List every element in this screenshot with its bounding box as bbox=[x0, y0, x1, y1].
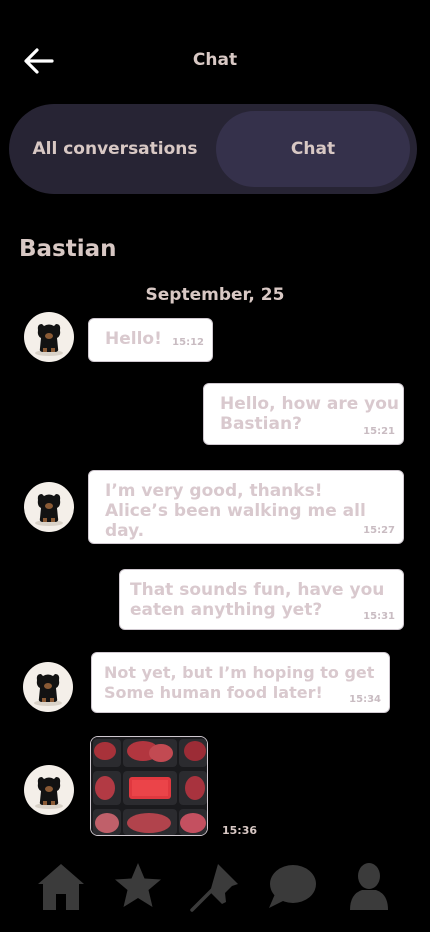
tab-chat[interactable]: Chat bbox=[216, 111, 410, 187]
message-bubble[interactable]: Not yet, but I’m hoping to get Some huma… bbox=[91, 652, 390, 713]
message-bubble-outgoing[interactable]: That sounds fun, have you eaten anything… bbox=[119, 569, 404, 630]
message-time: 15:27 bbox=[363, 525, 395, 536]
header: Chat bbox=[0, 0, 430, 120]
message-time: 15:31 bbox=[363, 611, 395, 622]
avatar[interactable] bbox=[23, 662, 73, 712]
nav-home[interactable] bbox=[34, 860, 88, 912]
page-title: Chat bbox=[192, 50, 238, 70]
nav-profile[interactable] bbox=[342, 860, 396, 912]
message-text: I’m very good, thanks! Alice’s been walk… bbox=[105, 481, 366, 541]
avatar[interactable] bbox=[24, 312, 74, 362]
message-time: 15:36 bbox=[222, 824, 258, 837]
dog-avatar-icon bbox=[35, 777, 63, 809]
nav-pinned[interactable] bbox=[188, 860, 242, 912]
message-time: 15:12 bbox=[172, 337, 204, 348]
message-text: Hello! bbox=[105, 329, 162, 349]
home-icon bbox=[38, 864, 84, 910]
message-time: 15:34 bbox=[349, 694, 381, 705]
dog-avatar-icon bbox=[35, 324, 63, 356]
nav-favorites[interactable] bbox=[111, 860, 165, 912]
star-icon bbox=[115, 863, 161, 907]
message-bubble-outgoing[interactable]: Hello, how are you Bastian? 15:21 bbox=[203, 383, 404, 445]
nav-chat[interactable] bbox=[265, 860, 319, 912]
dog-avatar-icon bbox=[35, 494, 63, 526]
tab-all-conversations[interactable]: All conversations bbox=[17, 111, 213, 187]
raw-meat-tray-photo bbox=[91, 737, 207, 835]
message-text: That sounds fun, have you eaten anything… bbox=[130, 580, 385, 620]
user-icon bbox=[350, 863, 388, 910]
dog-avatar-icon bbox=[34, 674, 62, 706]
message-time: 15:21 bbox=[363, 426, 395, 437]
message-bubble[interactable]: I’m very good, thanks! Alice’s been walk… bbox=[88, 470, 404, 544]
chat-bubble-icon bbox=[269, 865, 316, 908]
message-bubble[interactable]: Hello! 15:12 bbox=[88, 318, 213, 362]
conversation-tabs: All conversations Chat bbox=[9, 104, 417, 194]
bottom-nav bbox=[0, 856, 430, 916]
date-separator: September, 25 bbox=[145, 285, 285, 305]
message-photo[interactable] bbox=[90, 736, 208, 836]
contact-name: Bastian bbox=[19, 236, 117, 262]
avatar[interactable] bbox=[24, 482, 74, 532]
avatar[interactable] bbox=[24, 765, 74, 815]
pin-icon bbox=[190, 864, 238, 912]
message-text: Not yet, but I’m hoping to get Some huma… bbox=[104, 663, 375, 702]
